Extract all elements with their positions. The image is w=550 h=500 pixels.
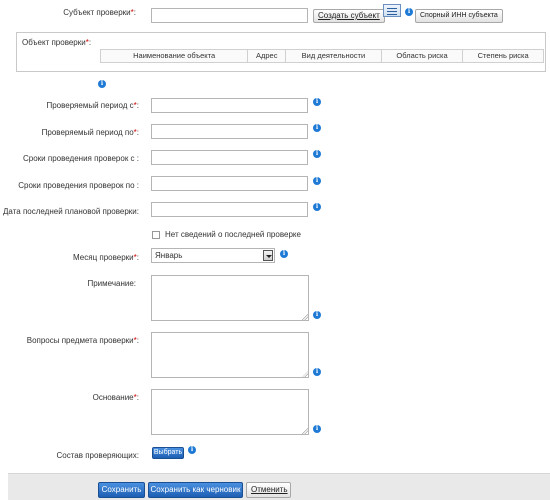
select-inspectors-button[interactable]: Выбрать <box>152 447 184 459</box>
month-select[interactable]: Январь <box>151 248 275 263</box>
period-from-input[interactable] <box>151 98 308 113</box>
basis-label: Основание*: <box>92 393 139 402</box>
basis-textarea[interactable] <box>151 389 309 435</box>
object-panel: Объект проверки*: Наименование объекта А… <box>16 32 546 72</box>
resize-handle-icon[interactable] <box>302 371 308 377</box>
questions-textarea[interactable] <box>151 332 309 378</box>
info-icon[interactable]: i <box>98 80 106 88</box>
info-icon[interactable]: i <box>313 425 321 433</box>
note-textarea-wrap <box>151 275 309 321</box>
info-icon[interactable]: i <box>313 177 321 185</box>
month-label: Месяц проверки*: <box>73 253 139 262</box>
questions-textarea-wrap <box>151 332 309 378</box>
terms-to-label: Сроки проведения проверок по : <box>18 181 139 190</box>
last-planned-label: Дата последней плановой проверки: <box>3 207 139 216</box>
period-from-label: Проверяемый период с*: <box>46 101 139 110</box>
info-icon[interactable]: i <box>188 446 196 454</box>
inspectors-label: Состав проверяющих: <box>56 451 139 460</box>
subject-input[interactable] <box>151 8 308 23</box>
chevron-down-icon[interactable] <box>263 250 273 261</box>
info-icon[interactable]: i <box>313 203 321 211</box>
info-icon[interactable]: i <box>313 98 321 106</box>
cancel-button[interactable]: Отменить <box>246 482 291 498</box>
month-selected-value: Январь <box>155 251 183 260</box>
basis-textarea-wrap <box>151 389 309 435</box>
no-info-checkbox[interactable] <box>152 231 160 239</box>
column-header[interactable]: Степень риска <box>463 50 543 62</box>
resize-handle-icon[interactable] <box>302 314 308 320</box>
terms-to-input[interactable] <box>151 176 308 191</box>
save-draft-button[interactable]: Сохранить как черновик <box>148 482 243 498</box>
column-header[interactable]: Область риска <box>382 50 464 62</box>
questions-label: Вопросы предмета проверки*: <box>26 336 139 345</box>
period-to-input[interactable] <box>151 124 308 139</box>
terms-from-input[interactable] <box>151 150 308 165</box>
info-icon[interactable]: i <box>280 250 288 258</box>
last-planned-input[interactable] <box>151 202 308 217</box>
info-icon[interactable]: i <box>313 311 321 319</box>
info-icon[interactable]: i <box>313 124 321 132</box>
no-info-label: Нет сведений о последней проверке <box>165 230 301 239</box>
terms-from-label: Сроки проведения проверок с : <box>23 154 139 163</box>
column-header[interactable]: Вид деятельности <box>286 50 382 62</box>
note-textarea[interactable] <box>151 275 309 321</box>
create-subject-button[interactable]: Создать субъект <box>313 9 385 23</box>
period-to-label: Проверяемый период по*: <box>41 128 139 137</box>
list-icon[interactable] <box>383 4 401 17</box>
disputed-inn-button[interactable]: Спорный ИНН субъекта <box>415 9 503 23</box>
column-header[interactable]: Адрес <box>248 50 287 62</box>
object-table-header: Наименование объекта Адрес Вид деятельно… <box>100 49 544 63</box>
object-label: Объект проверки*: <box>22 38 92 47</box>
subject-label: Субъект проверки*: <box>63 8 136 17</box>
info-icon[interactable]: i <box>313 150 321 158</box>
resize-handle-icon[interactable] <box>302 428 308 434</box>
info-icon[interactable]: i <box>313 368 321 376</box>
save-button[interactable]: Сохранить <box>98 482 145 498</box>
note-label: Примечание: <box>87 279 136 288</box>
info-icon[interactable]: i <box>405 8 413 16</box>
column-header[interactable]: Наименование объекта <box>101 50 249 62</box>
